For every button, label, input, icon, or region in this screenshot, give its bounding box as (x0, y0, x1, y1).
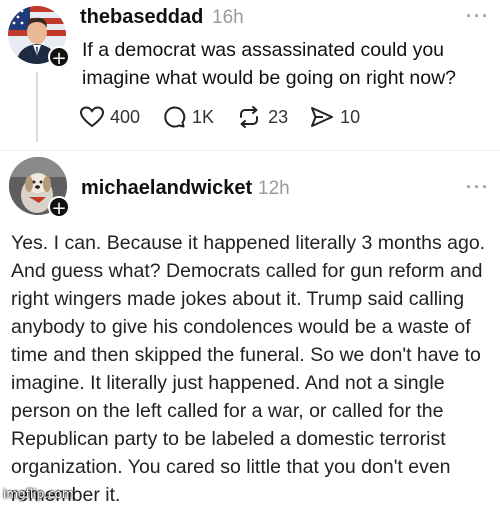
more-options-icon[interactable]: ··· (466, 177, 490, 198)
heart-icon (80, 106, 104, 128)
send-icon (311, 107, 334, 127)
post-actions: 400 1K 23 10 (80, 102, 382, 132)
like-count: 400 (110, 106, 141, 127)
more-options-icon[interactable]: ··· (466, 6, 490, 27)
follow-plus-icon[interactable]: + (48, 196, 70, 219)
like-button[interactable]: 400 (80, 106, 140, 128)
divider (0, 150, 500, 151)
follow-plus-icon[interactable]: + (48, 46, 70, 69)
thread-line (36, 72, 38, 142)
reply-timestamp: 12h (258, 178, 290, 199)
watermark: imgflip.com (3, 487, 74, 501)
repost-button[interactable]: 23 (236, 105, 288, 129)
reply-button[interactable]: 1K (162, 105, 214, 129)
post-username[interactable]: thebaseddad (80, 6, 203, 29)
share-button[interactable]: 10 (310, 106, 360, 128)
share-count: 10 (340, 106, 361, 127)
reply-text: Yes. I can. Because it happened literall… (11, 232, 486, 506)
post-text: If a democrat was assassinated could you… (82, 39, 456, 89)
repost-icon (240, 106, 259, 128)
comment-icon (164, 106, 186, 128)
post-timestamp: 16h (212, 7, 244, 28)
reply-username[interactable]: michaelandwicket (81, 177, 252, 200)
reply-count: 1K (192, 106, 215, 127)
original-post: + thebaseddad 16h ··· If a democrat was … (0, 0, 500, 150)
repost-count: 23 (268, 106, 289, 127)
